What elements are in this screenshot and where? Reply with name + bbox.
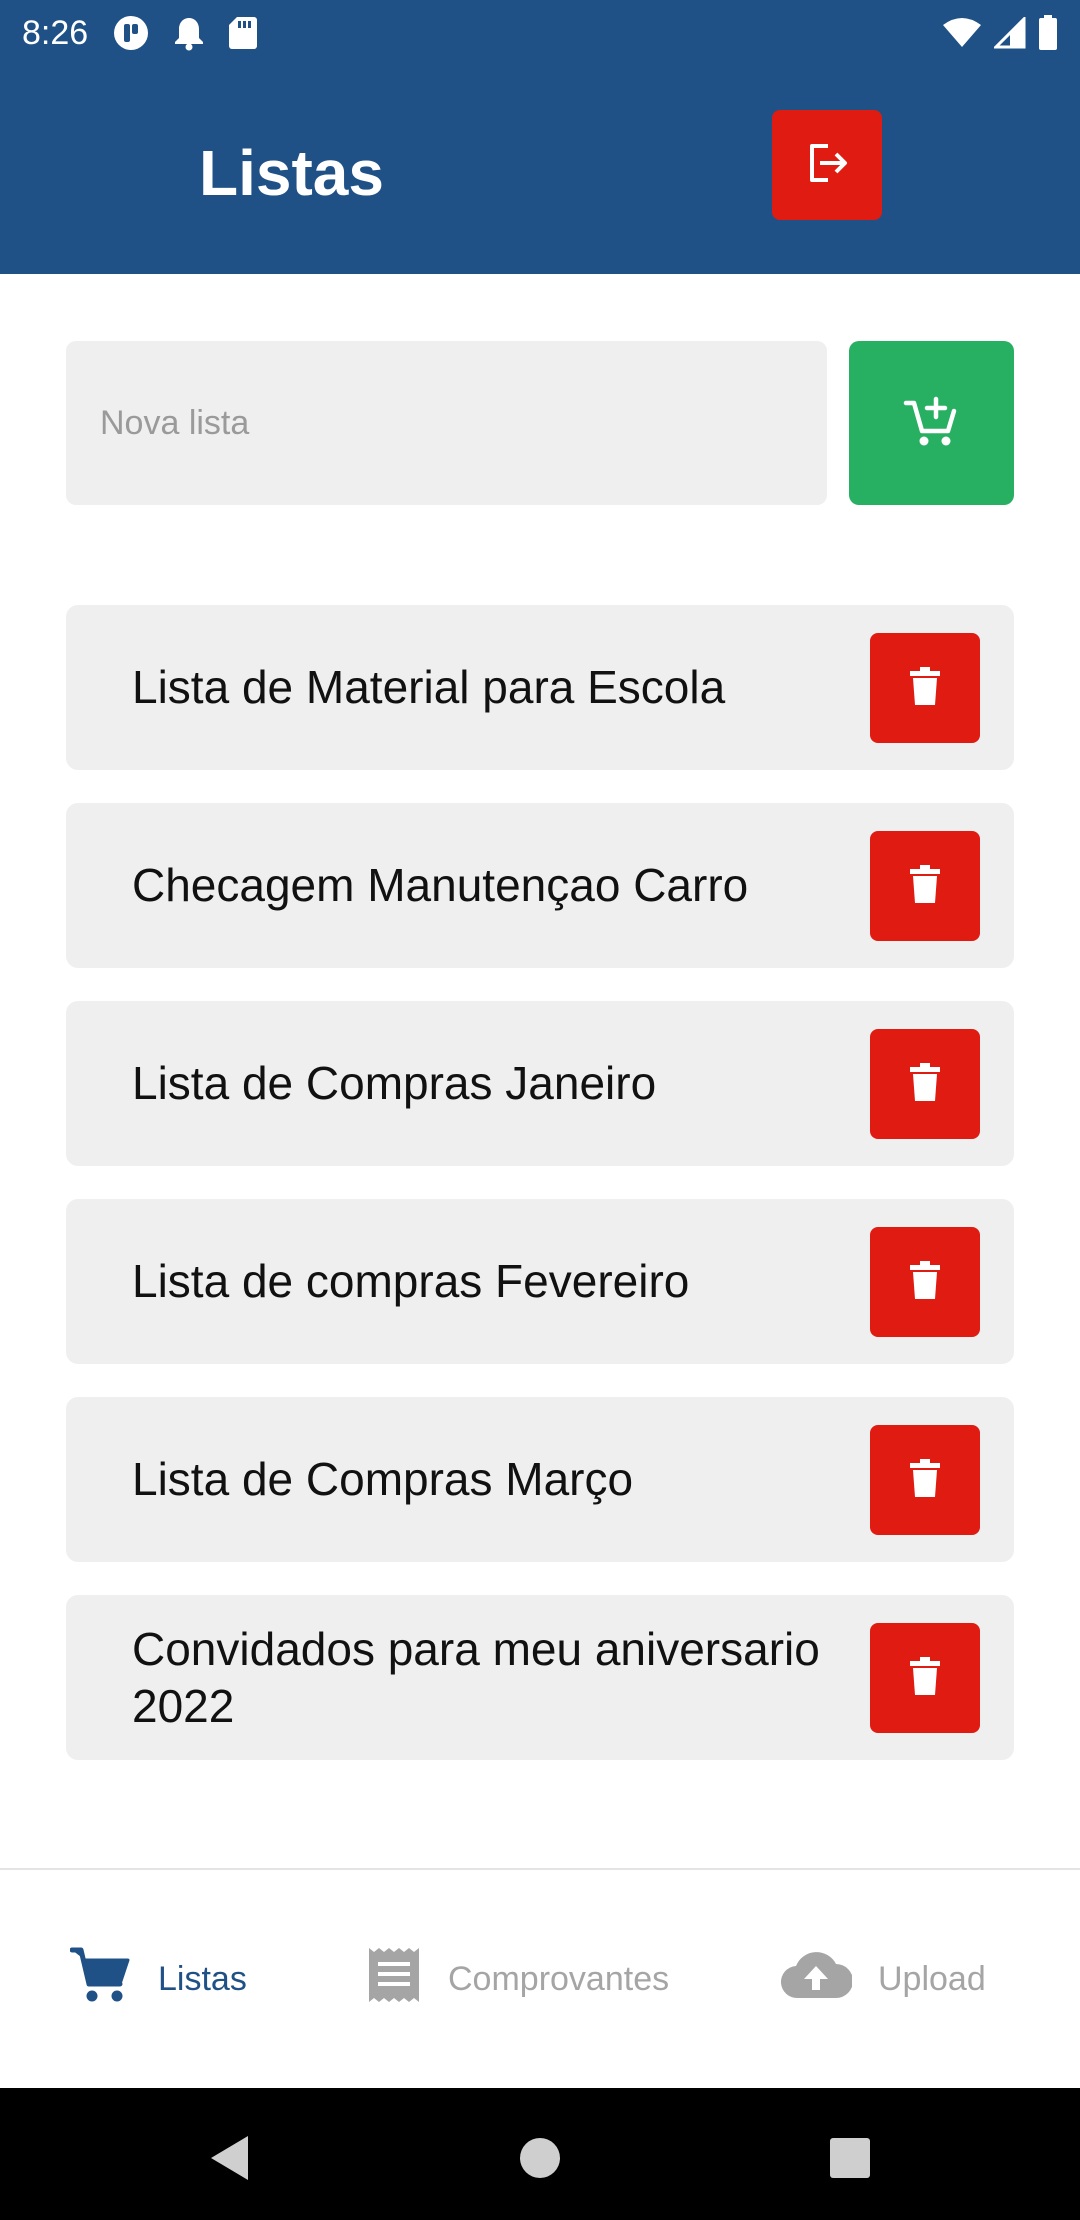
status-system-icons [942, 15, 1058, 51]
sd-card-icon [228, 16, 258, 50]
logout-button[interactable] [772, 110, 882, 220]
back-icon[interactable] [200, 2128, 260, 2188]
new-list-row [66, 341, 1014, 505]
tab-listas-label: Listas [158, 1959, 247, 1998]
list-item[interactable]: Lista de Material para Escola [66, 605, 1014, 770]
shopping-cart-icon [69, 1946, 132, 2013]
bottom-nav: Listas Comprovantes Upload [0, 1870, 1080, 2088]
tab-upload-label: Upload [878, 1959, 986, 1998]
list-item[interactable]: Convidados para meu aniversario 2022 [66, 1595, 1014, 1760]
delete-button[interactable] [870, 831, 980, 941]
battery-icon [1038, 15, 1058, 51]
cloud-upload-icon [780, 1950, 853, 2009]
home-icon[interactable] [510, 2128, 570, 2188]
bell-icon [172, 15, 206, 51]
page-title: Listas [199, 137, 384, 209]
lists-container: Lista de Material para Escola Checagem M… [66, 605, 1014, 1793]
list-item-label: Lista de Material para Escola [132, 661, 726, 713]
list-item-label: Lista de Compras Janeiro [132, 1057, 657, 1109]
list-item[interactable]: Lista de compras Fevereiro [66, 1199, 1014, 1364]
trash-icon [908, 1458, 942, 1503]
app-bar: Listas [0, 66, 1080, 274]
trash-icon [908, 1656, 942, 1701]
status-bar: 8:26 [0, 0, 1080, 66]
add-list-button[interactable] [849, 341, 1014, 505]
delete-button[interactable] [870, 633, 980, 743]
list-item[interactable]: Lista de Compras Março [66, 1397, 1014, 1562]
delete-button[interactable] [870, 1029, 980, 1139]
tab-comprovantes-label: Comprovantes [448, 1959, 670, 1998]
trash-icon [908, 666, 942, 711]
delete-button[interactable] [870, 1623, 980, 1733]
tab-listas[interactable]: Listas [69, 1870, 247, 2088]
tab-upload[interactable]: Upload [780, 1870, 986, 2088]
list-item[interactable]: Lista de Compras Janeiro [66, 1001, 1014, 1166]
list-item-label: Lista de Compras Março [132, 1453, 634, 1505]
recents-icon[interactable] [820, 2128, 880, 2188]
cell-signal-icon [994, 17, 1026, 49]
list-item-label: Convidados para meu aniversario 2022 [132, 1622, 820, 1732]
tab-comprovantes[interactable]: Comprovantes [366, 1870, 669, 2088]
system-nav-bar [0, 2088, 1080, 2220]
trash-icon [908, 1062, 942, 1107]
add-to-cart-icon [902, 391, 962, 456]
delete-button[interactable] [870, 1425, 980, 1535]
trash-icon [908, 864, 942, 909]
wifi-icon [942, 17, 982, 49]
logout-icon [804, 140, 850, 191]
status-time: 8:26 [22, 13, 89, 52]
receipt-icon [366, 1946, 422, 2013]
status-notification-icons [112, 14, 258, 52]
app-notification-icon [112, 14, 150, 52]
delete-button[interactable] [870, 1227, 980, 1337]
list-item[interactable]: Checagem Manutençao Carro [66, 803, 1014, 968]
new-list-input[interactable] [66, 341, 827, 505]
list-item-label: Checagem Manutençao Carro [132, 859, 749, 911]
list-item-label: Lista de compras Fevereiro [132, 1255, 690, 1307]
trash-icon [908, 1260, 942, 1305]
